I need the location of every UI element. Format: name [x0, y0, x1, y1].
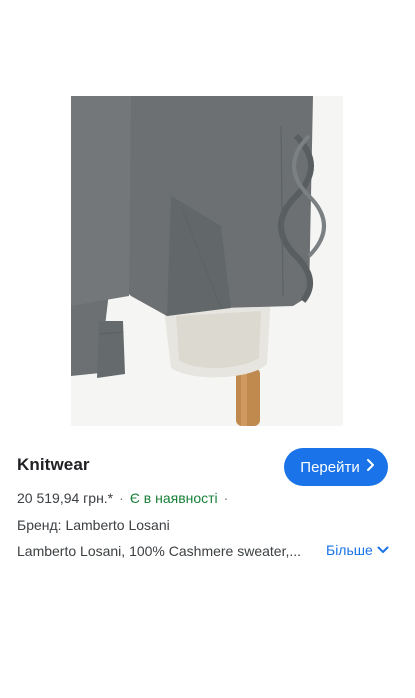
brand-line: Бренд: Lamberto Losani: [17, 517, 170, 533]
price-availability-row: 20 519,94 грн.* · Є в наявності ·: [17, 490, 234, 506]
price: 20 519,94 грн.*: [17, 490, 114, 506]
availability-status: Є в наявності: [129, 490, 218, 506]
go-button-label: Перейти: [300, 458, 360, 476]
separator-dot: ·: [223, 490, 229, 506]
product-image[interactable]: [71, 96, 343, 426]
go-to-store-button[interactable]: Перейти: [284, 448, 388, 486]
separator-dot: ·: [119, 490, 124, 506]
more-label: Більше: [326, 542, 373, 558]
more-button[interactable]: Більше: [326, 542, 389, 558]
product-title[interactable]: Knitwear: [17, 455, 90, 475]
sweater-photo: [71, 96, 343, 426]
product-description: Lamberto Losani, 100% Cashmere sweater,.…: [17, 543, 302, 559]
chevron-down-icon: [377, 546, 389, 554]
chevron-right-icon: [366, 458, 376, 474]
